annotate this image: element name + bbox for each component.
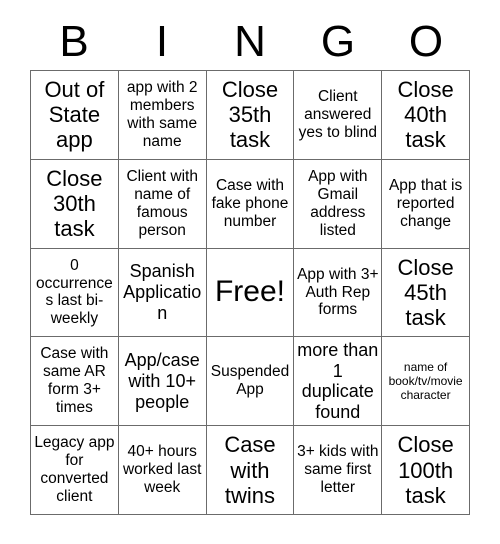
bingo-cell-label: more than 1 duplicate found (297, 339, 379, 422)
bingo-cell-label: Free! (214, 275, 285, 309)
bingo-cell-label: Close 30th task (46, 166, 103, 242)
bingo-cell-i5[interactable]: 40+ hours worked last week (118, 426, 207, 515)
bingo-cell-o1[interactable]: Close 40th task (382, 71, 470, 160)
bingo-card: B I N G O Out of State app app with 2 mem… (0, 0, 500, 544)
bingo-cell-label: App with 3+ Auth Rep forms (297, 265, 379, 319)
bingo-cell-o4[interactable]: name of book/tv/movie character (382, 337, 470, 427)
bingo-cell-label: Suspended App (210, 363, 290, 399)
bingo-cell-label: App with Gmail address listed (308, 167, 368, 239)
bingo-cell-g5[interactable]: 3+ kids with same first letter (294, 426, 383, 515)
bingo-cell-n5[interactable]: Case with twins (206, 426, 295, 515)
bingo-grid: Out of State app app with 2 members with … (30, 70, 470, 515)
bingo-cell-label: Close 100th task (397, 432, 454, 508)
bingo-cell-n2[interactable]: Case with fake phone number (206, 159, 295, 249)
bingo-cell-b2[interactable]: Close 30th task (31, 159, 119, 249)
bingo-cell-label: App/case with 10+ people (124, 350, 200, 412)
bingo-cell-b3[interactable]: 0 occurrences last bi-weekly (31, 248, 119, 338)
bingo-cell-label: 40+ hours worked last week (122, 443, 202, 497)
bingo-cell-label: Close 40th task (397, 77, 454, 153)
bingo-cell-label: Spanish Application (123, 261, 202, 323)
bingo-cell-g2[interactable]: App with Gmail address listed (294, 159, 383, 249)
bingo-cell-label: 3+ kids with same first letter (297, 443, 379, 497)
bingo-cell-label: Out of State app (44, 77, 105, 153)
bingo-cell-o2[interactable]: App that is reported change (382, 159, 470, 249)
bingo-cell-label: app with 2 members with same name (126, 78, 198, 150)
bingo-header-letter-n: N (234, 17, 266, 66)
bingo-cell-g4[interactable]: more than 1 duplicate found (294, 337, 383, 427)
bingo-cell-label: Close 35th task (221, 77, 279, 153)
bingo-cell-o3[interactable]: Close 45th task (382, 248, 470, 338)
bingo-cell-b4[interactable]: Case with same AR form 3+ times (31, 337, 119, 427)
bingo-cell-i1[interactable]: app with 2 members with same name (118, 71, 207, 160)
bingo-cell-b5[interactable]: Legacy app for converted client (31, 426, 119, 515)
bingo-header-letter-g: G (320, 17, 356, 66)
bingo-cell-label: Case with same AR form 3+ times (40, 345, 109, 417)
bingo-cell-n1[interactable]: Close 35th task (206, 71, 295, 160)
bingo-header-letter-o: O (408, 17, 444, 66)
bingo-cell-label: Case with fake phone number (211, 176, 289, 230)
bingo-cell-o5[interactable]: Close 100th task (382, 426, 470, 515)
bingo-cell-label: Legacy app for converted client (34, 434, 115, 506)
bingo-header-letter-i: I (155, 17, 169, 66)
bingo-header-row: B I N G O (30, 14, 470, 70)
bingo-cell-g1[interactable]: Client answered yes to blind (294, 71, 383, 160)
bingo-cell-i4[interactable]: App/case with 10+ people (118, 337, 207, 427)
bingo-header-letter-b: B (59, 17, 89, 66)
bingo-cell-label: Close 45th task (397, 254, 454, 331)
bingo-cell-label: Case with twins (224, 432, 276, 508)
bingo-cell-n4[interactable]: Suspended App (206, 337, 295, 427)
bingo-cell-label: 0 occurrences last bi-weekly (36, 256, 113, 328)
bingo-cell-label: Client answered yes to blind (298, 87, 377, 141)
bingo-cell-i3[interactable]: Spanish Application (118, 248, 207, 338)
bingo-cell-g3[interactable]: App with 3+ Auth Rep forms (294, 248, 383, 338)
bingo-cell-n3[interactable]: Free! (206, 248, 295, 338)
bingo-cell-label: name of book/tv/movie character (388, 359, 463, 403)
bingo-cell-i2[interactable]: Client with name of famous person (118, 159, 207, 249)
bingo-cell-label: Client with name of famous person (126, 167, 198, 239)
bingo-cell-label: App that is reported change (388, 176, 463, 230)
bingo-cell-b1[interactable]: Out of State app (31, 71, 119, 160)
